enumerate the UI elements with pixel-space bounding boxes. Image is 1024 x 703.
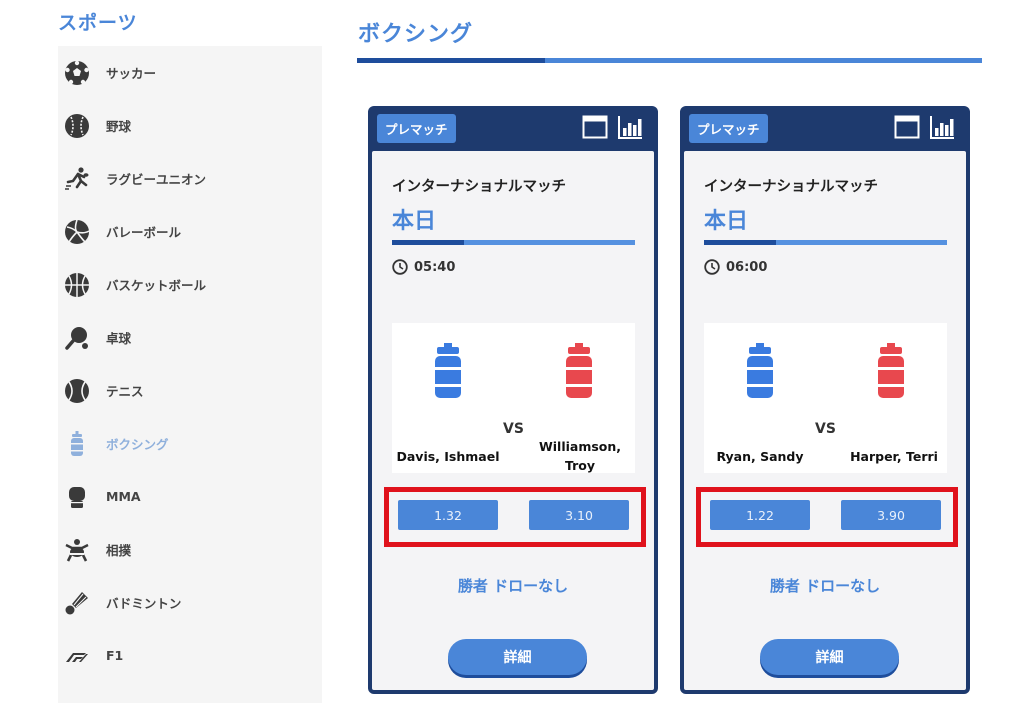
f1-logo-icon [63, 642, 91, 670]
punching-bag-red-icon [878, 343, 904, 398]
sidebar-item-volleyball[interactable]: バレーボール [58, 205, 322, 258]
sidebar-item-tennis[interactable]: テニス [58, 364, 322, 417]
window-icon[interactable] [894, 114, 920, 140]
sidebar-item-sumo[interactable]: 相撲 [58, 523, 322, 576]
market-label: 勝者 ドローなし [457, 577, 569, 595]
date-divider [392, 240, 635, 245]
sidebar-item-label: ボクシング [106, 437, 169, 452]
market-label: 勝者 ドローなし [769, 577, 881, 595]
punching-bag-blue-icon [435, 343, 461, 398]
sidebar-item-badminton[interactable]: バドミントン [58, 576, 322, 629]
matchup-panel: VS Davis, Ishmael Williamson, Troy [392, 323, 635, 473]
punching-bag-icon [63, 430, 91, 458]
table-tennis-icon [63, 324, 91, 352]
match-time: 05:40 [414, 259, 456, 275]
match-date: 本日 [392, 209, 437, 234]
tennis-ball-icon [63, 377, 91, 405]
sidebar-item-label: バレーボール [106, 225, 182, 240]
stats-chart-icon[interactable] [929, 114, 955, 140]
sidebar-item-label: ラグビーユニオン [106, 172, 207, 187]
sidebar-item-label: 野球 [106, 119, 132, 134]
home-odds-button[interactable]: 1.22 [710, 500, 810, 530]
league-name: インターナショナルマッチ [704, 179, 878, 195]
away-fighter-name: Williamson, Troy [538, 439, 622, 473]
match-time-row: 05:40 [392, 259, 455, 275]
details-button[interactable]: 詳細 [760, 639, 899, 675]
date-divider [704, 240, 947, 245]
match-time-row: 06:00 [704, 259, 767, 275]
window-icon[interactable] [582, 114, 608, 140]
sidebar-item-mma[interactable]: MMA [58, 470, 322, 523]
mma-glove-icon [63, 483, 91, 511]
sports-sidebar: サッカー 野球 ラグビーユニオン バレーボール バスケットボール 卓球 テニス … [58, 46, 322, 703]
versus-label: VS [503, 421, 524, 437]
rugby-player-icon [63, 165, 91, 193]
odds-highlight-frame: 1.22 3.90 [696, 487, 958, 547]
clock-icon [392, 259, 408, 275]
away-odds-button[interactable]: 3.10 [529, 500, 629, 530]
date-divider-accent [392, 240, 464, 245]
title-divider-accent [357, 58, 545, 63]
sidebar-item-baseball[interactable]: 野球 [58, 99, 322, 152]
match-card-body: インターナショナルマッチ 本日 05:40 VS Davis, Ishmael … [372, 151, 654, 690]
sidebar-item-basketball[interactable]: バスケットボール [58, 258, 322, 311]
soccer-ball-icon [63, 59, 91, 87]
match-date: 本日 [704, 209, 749, 234]
punching-bag-red-icon [566, 343, 592, 398]
sidebar-item-soccer[interactable]: サッカー [58, 46, 322, 99]
sidebar-item-boxing[interactable]: ボクシング [58, 417, 322, 470]
details-button[interactable]: 詳細 [448, 639, 587, 675]
stats-chart-icon[interactable] [617, 114, 643, 140]
sidebar-item-label: 卓球 [106, 331, 132, 346]
sidebar-item-f1[interactable]: F1 [58, 629, 322, 682]
sidebar-item-rugby[interactable]: ラグビーユニオン [58, 152, 322, 205]
sidebar-item-label: F1 [106, 648, 124, 663]
away-odds-button[interactable]: 3.90 [841, 500, 941, 530]
odds-highlight-frame: 1.32 3.10 [384, 487, 646, 547]
sidebar-item-label: サッカー [106, 66, 157, 81]
baseball-icon [63, 112, 91, 140]
match-card: プレマッチ インターナショナルマッチ 本日 05:40 VS Davis, Is… [368, 106, 658, 694]
home-odds-button[interactable]: 1.32 [398, 500, 498, 530]
match-card: プレマッチ インターナショナルマッチ 本日 06:00 VS Ryan, San… [680, 106, 970, 694]
away-fighter-name: Harper, Terri [850, 449, 938, 464]
match-card-body: インターナショナルマッチ 本日 06:00 VS Ryan, Sandy Har… [684, 151, 966, 690]
page-title: ボクシング [358, 22, 474, 47]
match-time: 06:00 [726, 259, 768, 275]
matchup-panel: VS Ryan, Sandy Harper, Terri [704, 323, 947, 473]
sumo-icon [63, 536, 91, 564]
sidebar-item-label: テニス [106, 384, 144, 399]
shuttlecock-icon [63, 589, 91, 617]
sidebar-item-label: バドミントン [106, 596, 182, 611]
sidebar-item-label: MMA [106, 489, 141, 504]
sidebar-item-label: 相撲 [106, 543, 132, 558]
sidebar-item-label: バスケットボール [106, 278, 207, 293]
home-fighter-name: Davis, Ishmael [396, 449, 500, 464]
sidebar-title: スポーツ [58, 12, 138, 34]
volleyball-icon [63, 218, 91, 246]
title-divider [357, 58, 982, 63]
versus-label: VS [815, 421, 836, 437]
prematch-badge[interactable]: プレマッチ [689, 114, 768, 143]
clock-icon [704, 259, 720, 275]
date-divider-accent [704, 240, 776, 245]
prematch-badge[interactable]: プレマッチ [377, 114, 456, 143]
league-name: インターナショナルマッチ [392, 179, 566, 195]
basketball-icon [63, 271, 91, 299]
sidebar-item-table-tennis[interactable]: 卓球 [58, 311, 322, 364]
punching-bag-blue-icon [747, 343, 773, 398]
home-fighter-name: Ryan, Sandy [716, 449, 804, 464]
